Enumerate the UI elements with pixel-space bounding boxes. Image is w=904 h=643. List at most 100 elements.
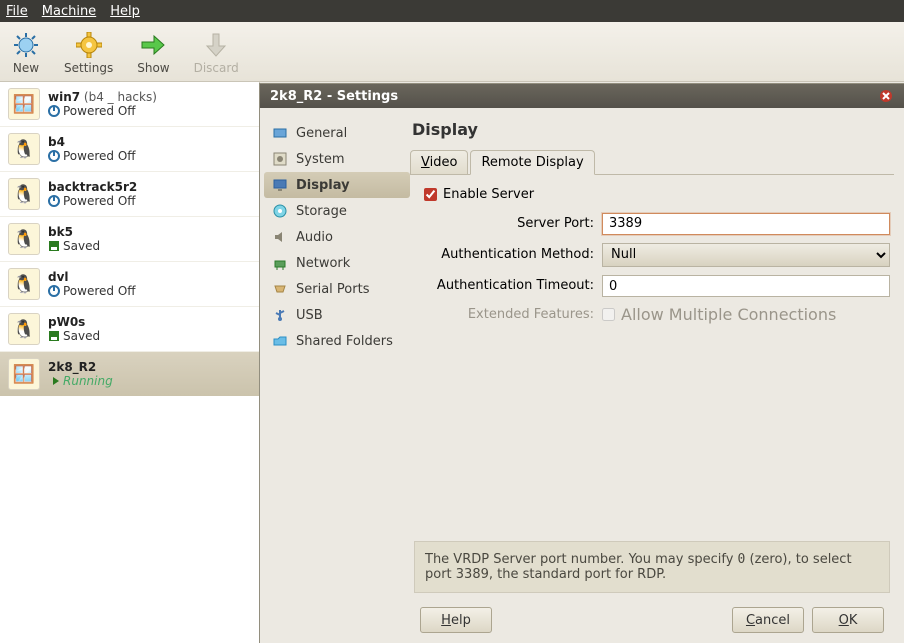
vm-state-icon: [48, 330, 60, 342]
vm-state-icon: [48, 375, 60, 387]
system-icon: [272, 151, 288, 167]
server-port-input[interactable]: [602, 213, 890, 235]
category-label: Serial Ports: [296, 282, 369, 297]
category-label: Audio: [296, 230, 333, 245]
vm-row[interactable]: 🪟win7 (b4 _ hacks)Powered Off: [0, 82, 259, 127]
usb-icon: [272, 307, 288, 323]
vm-row[interactable]: 🐧 bk5Saved: [0, 217, 259, 262]
vm-row[interactable]: 🪟 2k8_R2Running: [0, 352, 259, 396]
vm-state: Saved: [63, 329, 100, 343]
cancel-button[interactable]: Cancel: [732, 607, 804, 633]
vm-state-icon: [48, 285, 60, 297]
ok-button[interactable]: OK: [812, 607, 884, 633]
settings-main-pane: Display Video Remote Display Enable Serv…: [410, 116, 904, 643]
dialog-title: 2k8_R2 - Settings: [270, 89, 878, 104]
allow-multiple-label: Allow Multiple Connections: [621, 305, 836, 324]
toolbar-settings-label: Settings: [64, 61, 113, 75]
vm-row[interactable]: 🐧 backtrack5r2Powered Off: [0, 172, 259, 217]
toolbar-show[interactable]: Show: [131, 29, 175, 77]
vm-state-icon: [48, 195, 60, 207]
serial-icon: [272, 281, 288, 297]
category-list: General System Display Storage Audio Network S…: [260, 116, 410, 643]
toolbar-new[interactable]: New: [6, 29, 46, 77]
vm-text: bk5Saved: [48, 225, 100, 253]
extended-features-label: Extended Features:: [414, 307, 594, 322]
enable-server-checkbox[interactable]: [424, 188, 437, 201]
auth-timeout-label: Authentication Timeout:: [414, 278, 594, 293]
vm-text: b4Powered Off: [48, 135, 136, 163]
vm-state: Powered Off: [63, 104, 136, 118]
vm-os-icon: 🪟: [8, 358, 40, 390]
server-port-label: Server Port:: [414, 216, 594, 231]
vm-text: 2k8_R2Running: [48, 360, 113, 388]
vm-name: pW0s: [48, 315, 85, 329]
category-network[interactable]: Network: [264, 250, 410, 276]
sun-icon: [12, 31, 40, 59]
vm-name: win7: [48, 90, 80, 104]
auth-method-select[interactable]: Null: [602, 243, 890, 267]
vm-row[interactable]: 🐧 pW0sSaved: [0, 307, 259, 352]
display-icon: [272, 177, 288, 193]
vm-os-icon: 🐧: [8, 133, 40, 165]
toolbar-discard: Discard: [188, 29, 245, 77]
auth-timeout-input[interactable]: [602, 275, 890, 297]
vm-list: 🪟win7 (b4 _ hacks)Powered Off🐧b4Powered …: [0, 82, 260, 643]
dialog-footer: Help Cancel OK: [410, 601, 894, 643]
category-display[interactable]: Display: [264, 172, 410, 198]
category-storage[interactable]: Storage: [264, 198, 410, 224]
toolbar-settings[interactable]: Settings: [58, 29, 119, 77]
vm-row[interactable]: 🐧 b4Powered Off: [0, 127, 259, 172]
category-general[interactable]: General: [264, 120, 410, 146]
category-audio[interactable]: Audio: [264, 224, 410, 250]
tab-video[interactable]: Video: [410, 150, 468, 175]
category-label: USB: [296, 308, 323, 323]
vm-text: pW0sSaved: [48, 315, 100, 343]
vm-state: Powered Off: [63, 284, 136, 298]
vm-state-icon: [48, 150, 60, 162]
auth-method-label: Authentication Method:: [414, 247, 594, 262]
toolbar-discard-label: Discard: [194, 61, 239, 75]
page-title: Display: [412, 120, 894, 139]
vm-os-icon: 🐧: [8, 178, 40, 210]
vm-text: dvlPowered Off: [48, 270, 136, 298]
general-icon: [272, 125, 288, 141]
vm-os-icon: 🐧: [8, 223, 40, 255]
tab-remote-display[interactable]: Remote Display: [470, 150, 594, 175]
allow-multiple-checkbox: [602, 308, 615, 321]
enable-server-row[interactable]: Enable Server: [424, 187, 890, 202]
menubar: File Machine Help: [0, 0, 904, 22]
category-shared[interactable]: Shared Folders: [264, 328, 410, 354]
vm-text: backtrack5r2Powered Off: [48, 180, 137, 208]
vm-name: backtrack5r2: [48, 180, 137, 194]
close-icon[interactable]: [878, 88, 894, 104]
dialog-titlebar: 2k8_R2 - Settings: [260, 84, 904, 108]
category-usb[interactable]: USB: [264, 302, 410, 328]
help-button[interactable]: Help: [420, 607, 492, 633]
menu-file[interactable]: File: [6, 4, 28, 19]
category-label: Shared Folders: [296, 334, 393, 349]
category-label: Display: [296, 178, 350, 193]
menu-help[interactable]: Help: [110, 4, 140, 19]
vm-text: win7 (b4 _ hacks)Powered Off: [48, 90, 157, 118]
tabs: Video Remote Display: [410, 149, 894, 175]
vm-row[interactable]: 🐧 dvlPowered Off: [0, 262, 259, 307]
vm-state: Powered Off: [63, 149, 136, 163]
vm-name: bk5: [48, 225, 73, 239]
menu-machine[interactable]: Machine: [42, 4, 96, 19]
category-system[interactable]: System: [264, 146, 410, 172]
shared-icon: [272, 333, 288, 349]
settings-dialog: 2k8_R2 - Settings GeneralSystemDisplaySt…: [260, 84, 904, 643]
vm-os-icon: 🐧: [8, 313, 40, 345]
vm-state: Running: [63, 374, 113, 388]
vm-state: Saved: [63, 239, 100, 253]
audio-icon: [272, 229, 288, 245]
vm-state: Powered Off: [63, 194, 136, 208]
category-label: Storage: [296, 204, 347, 219]
vm-os-icon: 🐧: [8, 268, 40, 300]
vm-name: 2k8_R2: [48, 360, 96, 374]
vm-extra: (b4 _ hacks): [80, 90, 157, 104]
category-serial[interactable]: Serial Ports: [264, 276, 410, 302]
toolbar-show-label: Show: [137, 61, 169, 75]
category-label: General: [296, 126, 347, 141]
vm-state-icon: [48, 105, 60, 117]
